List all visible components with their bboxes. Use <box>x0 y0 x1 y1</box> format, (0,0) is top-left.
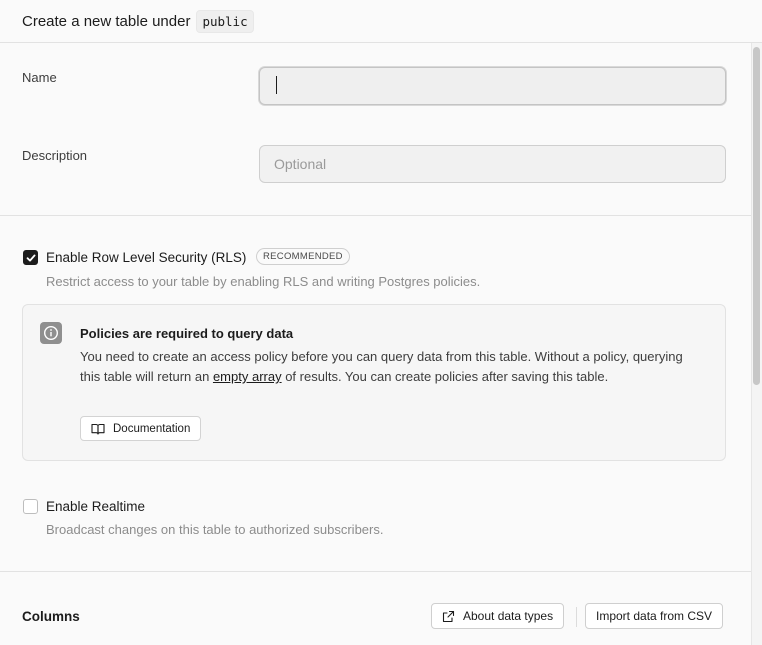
realtime-checkbox[interactable] <box>23 499 38 514</box>
about-data-types-label: About data types <box>463 609 554 623</box>
table-details-section: Name Description <box>0 43 751 216</box>
external-link-icon <box>442 610 455 622</box>
name-input[interactable] <box>259 67 726 105</box>
panel-title: Create a new table under <box>22 12 191 30</box>
rls-label[interactable]: Enable Row Level Security (RLS) <box>46 250 246 265</box>
realtime-description: Broadcast changes on this table to autho… <box>46 522 384 537</box>
button-divider <box>576 607 577 627</box>
name-label: Name <box>22 70 57 85</box>
options-section: Enable Row Level Security (RLS) RECOMMEN… <box>0 216 751 572</box>
import-csv-label: Import data from CSV <box>596 609 713 623</box>
rls-checkbox[interactable] <box>23 250 38 265</box>
book-icon <box>91 423 105 435</box>
description-label: Description <box>22 148 88 163</box>
rls-description: Restrict access to your table by enablin… <box>46 274 481 289</box>
import-csv-button[interactable]: Import data from CSV <box>585 603 724 629</box>
alert-body: You need to create an access policy befo… <box>80 347 700 387</box>
text-caret <box>276 76 277 94</box>
about-data-types-button[interactable]: About data types <box>431 603 565 629</box>
documentation-button[interactable]: Documentation <box>80 416 202 441</box>
check-icon <box>26 254 36 262</box>
documentation-label: Documentation <box>113 422 191 435</box>
alert-title: Policies are required to query data <box>80 326 294 341</box>
schema-name: public <box>196 9 254 33</box>
description-input[interactable] <box>259 145 726 183</box>
panel-content: Name Description Enable Row Level Securi… <box>0 43 751 645</box>
create-table-panel: Create a new table under public Name Des… <box>0 0 762 645</box>
columns-section: Columns About data types Import data fro… <box>0 572 751 645</box>
alert-body-text-end: of results. You can create policies afte… <box>281 369 609 384</box>
columns-title: Columns <box>22 609 80 624</box>
recommended-badge: RECOMMENDED <box>256 248 350 265</box>
scrollbar-thumb[interactable] <box>753 47 760 385</box>
info-icon <box>40 322 62 344</box>
panel-header: Create a new table under public <box>0 0 762 43</box>
realtime-label[interactable]: Enable Realtime <box>46 499 145 514</box>
empty-array-link[interactable]: empty array <box>213 369 282 384</box>
rls-policy-alert: Policies are required to query data You … <box>22 304 726 461</box>
